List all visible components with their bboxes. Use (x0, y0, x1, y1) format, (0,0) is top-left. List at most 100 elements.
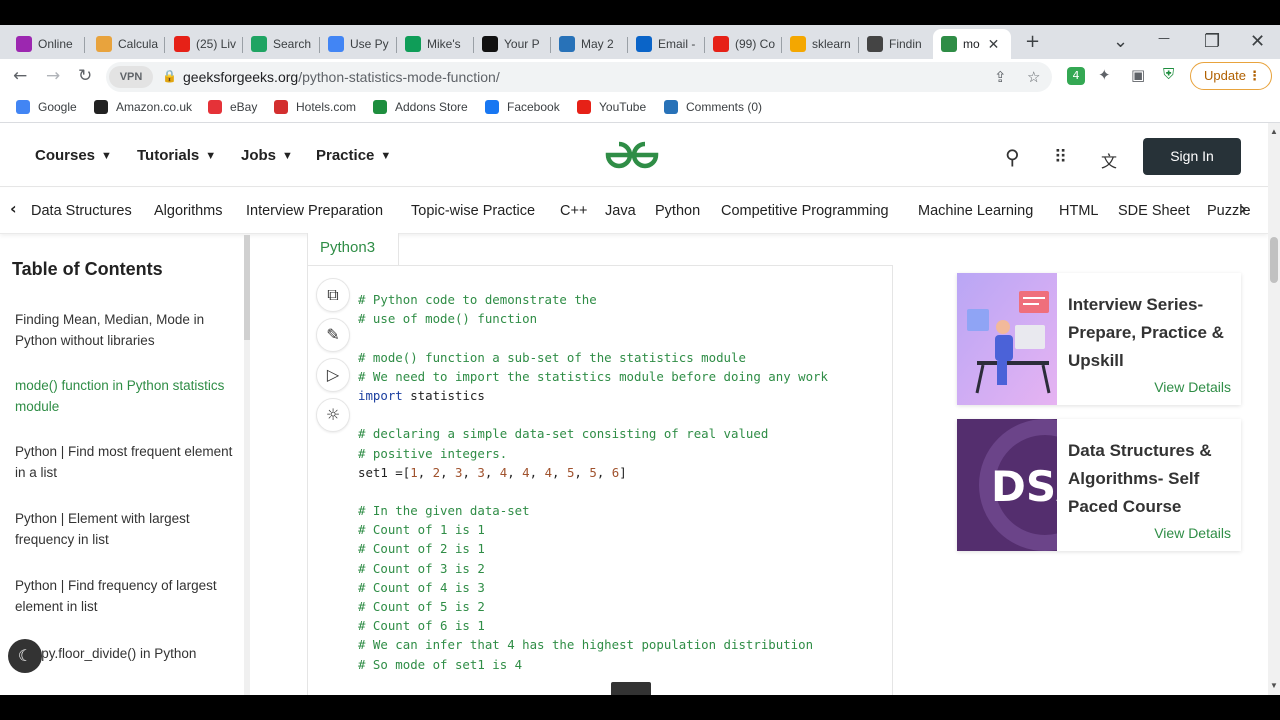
menu-tutorials[interactable]: Tutorials ▼ (137, 147, 216, 164)
bookmark-amazon-co-uk[interactable]: Amazon.co.uk (94, 100, 192, 114)
page-scrollbar[interactable]: ▲ ▼ (1268, 123, 1280, 695)
category-link[interactable]: Algorithms (154, 203, 223, 219)
minimize-icon[interactable]: — (1158, 31, 1170, 45)
translate-icon[interactable]: 文 (1101, 148, 1117, 172)
url-domain: geeksforgeeks.org (183, 69, 299, 85)
card-title[interactable]: Data Structures & Algorithms- Self Paced… (1068, 437, 1236, 521)
copy-icon[interactable]: ⧉ (316, 278, 350, 312)
card-title[interactable]: Interview Series- Prepare, Practice & Up… (1068, 291, 1236, 375)
chevron-left-icon[interactable]: ‹ (10, 199, 17, 218)
category-link[interactable]: Java (605, 203, 636, 219)
bookmark-facebook[interactable]: Facebook (485, 100, 560, 114)
bookmark-comments-0[interactable]: Comments (0) (664, 100, 762, 114)
tab-python3[interactable]: Python3 (307, 233, 399, 267)
sign-in-button[interactable]: Sign In (1143, 138, 1241, 175)
menu-courses[interactable]: Courses ▼ (35, 147, 112, 164)
code-token: # In the given data-set (358, 503, 530, 519)
toc-item[interactable]: Python | Element with largest frequency … (15, 508, 235, 550)
back-icon[interactable]: ← (13, 66, 27, 86)
update-button[interactable]: Update ⋮ (1190, 62, 1272, 90)
browser-tab[interactable]: sklearn (782, 29, 859, 59)
browser-tab[interactable]: mo ✕ (933, 29, 1011, 59)
bookmark-label: Comments (0) (686, 100, 763, 114)
category-link[interactable]: Puzzle (1207, 203, 1251, 219)
k-icon (559, 36, 575, 52)
restore-icon[interactable]: ❐ (1204, 31, 1220, 52)
browser-tab[interactable]: (99) Co (705, 29, 782, 59)
browser-tab[interactable]: Use Py (320, 29, 397, 59)
sheets-icon (405, 36, 421, 52)
menu-practice[interactable]: Practice ▼ (316, 147, 391, 164)
category-link[interactable]: C++ (560, 203, 587, 219)
category-link[interactable]: Competitive Programming (721, 203, 889, 219)
course-card-dsa[interactable]: DSA Data Structures & Algorithms- Self P… (957, 419, 1241, 551)
browser-tab[interactable]: Findin (859, 29, 936, 59)
theme-sun-icon[interactable]: ☼ (316, 398, 350, 432)
toc-item[interactable]: Python | Find most frequent element in a… (15, 441, 235, 483)
category-link[interactable]: Python (655, 203, 700, 219)
browser-tab[interactable]: Online (8, 29, 85, 59)
category-link[interactable]: Interview Preparation (246, 203, 383, 219)
toc-title: Table of Contents (12, 259, 163, 279)
browser-tab[interactable]: Calcula (88, 29, 165, 59)
shield-icon[interactable]: ⛨ (1163, 65, 1174, 83)
apps-grid-icon[interactable]: ⠿ (1054, 147, 1067, 168)
bookmark-youtube[interactable]: YouTube (577, 100, 646, 114)
extension-icon[interactable]: 4 (1067, 67, 1085, 85)
vpn-badge[interactable]: VPN (109, 66, 153, 88)
browser-tab[interactable]: (25) Liv (166, 29, 243, 59)
toc-scrollbar[interactable] (244, 235, 250, 695)
toc-item[interactable]: Finding Mean, Median, Mode in Python wit… (15, 309, 235, 351)
puzzle-extensions-icon[interactable]: ✦ (1098, 66, 1111, 84)
browser-tab[interactable]: May 2 (551, 29, 628, 59)
edit-pencil-icon[interactable]: ✎ (316, 318, 350, 352)
browser-tab[interactable]: Mike's (397, 29, 474, 59)
browser-tab[interactable]: Search (243, 29, 320, 59)
bookmark-hotels-com[interactable]: Hotels.com (274, 100, 356, 114)
gfg-logo[interactable] (604, 139, 660, 171)
bookmark-google[interactable]: Google (16, 100, 77, 114)
toc-item[interactable]: mode() function in Python statistics mod… (15, 375, 235, 417)
scroll-down-icon[interactable]: ▼ (1270, 681, 1278, 690)
more-menu-icon[interactable]: ⋮ (1248, 63, 1261, 89)
share-icon[interactable]: ⇪ (994, 68, 1007, 86)
forward-icon[interactable]: → (46, 66, 60, 86)
tab-label: Findin (889, 37, 922, 51)
code-token: , (574, 464, 590, 480)
dark-mode-toggle-icon[interactable]: ☾ (8, 639, 42, 673)
bookmark-addons-store[interactable]: Addons Store (373, 100, 468, 114)
tab-search-icon[interactable]: ⌄ (1113, 31, 1128, 52)
reload-icon[interactable]: ↻ (78, 66, 92, 86)
category-link[interactable]: HTML (1059, 203, 1098, 219)
scroll-to-top-button[interactable]: ▲ (611, 682, 651, 695)
side-panel-icon[interactable]: ▣ (1131, 66, 1145, 84)
toc-scroll-thumb[interactable] (244, 235, 250, 340)
url-text[interactable]: geeksforgeeks.org/python-statistics-mode… (183, 69, 500, 85)
browser-tab[interactable]: Your P (474, 29, 551, 59)
bookmark-star-icon[interactable]: ☆ (1027, 68, 1040, 86)
view-details-link[interactable]: View Details (1154, 379, 1231, 395)
category-link[interactable]: Data Structures (31, 203, 132, 219)
new-tab-icon[interactable]: + (1025, 31, 1040, 52)
category-link[interactable]: SDE Sheet (1118, 203, 1190, 219)
search-icon[interactable]: ⚲ (1005, 145, 1020, 169)
toc-item[interactable]: Python | Find frequency of largest eleme… (15, 575, 235, 617)
close-tab-icon[interactable]: ✕ (988, 36, 1000, 53)
category-nav: ‹ › Data Structures Algorithms Interview P… (0, 188, 1268, 234)
lock-icon[interactable]: 🔒 (162, 69, 177, 83)
browser-tab[interactable]: Email - (628, 29, 705, 59)
menu-jobs[interactable]: Jobs ▼ (241, 147, 293, 164)
view-details-link[interactable]: View Details (1154, 525, 1231, 541)
scroll-up-icon[interactable]: ▲ (1270, 127, 1278, 136)
category-link[interactable]: Machine Learning (918, 203, 1033, 219)
course-card-interview[interactable]: Interview Series- Prepare, Practice & Up… (957, 273, 1241, 405)
run-play-icon[interactable]: ▷ (316, 358, 350, 392)
toc-item[interactable]: numpy.floor_divide() in Python (15, 643, 235, 664)
window-close-icon[interactable]: ✕ (1250, 31, 1265, 52)
category-link[interactable]: Topic-wise Practice (411, 203, 535, 219)
page-scroll-thumb[interactable] (1270, 237, 1278, 283)
bookmark-ebay[interactable]: eBay (208, 100, 257, 114)
site-header: Courses ▼ Tutorials ▼ Jobs ▼ Practice ▼ ⚲ ⠿ … (0, 123, 1268, 187)
address-bar[interactable]: VPN 🔒 geeksforgeeks.org/python-statistic… (106, 62, 1052, 92)
